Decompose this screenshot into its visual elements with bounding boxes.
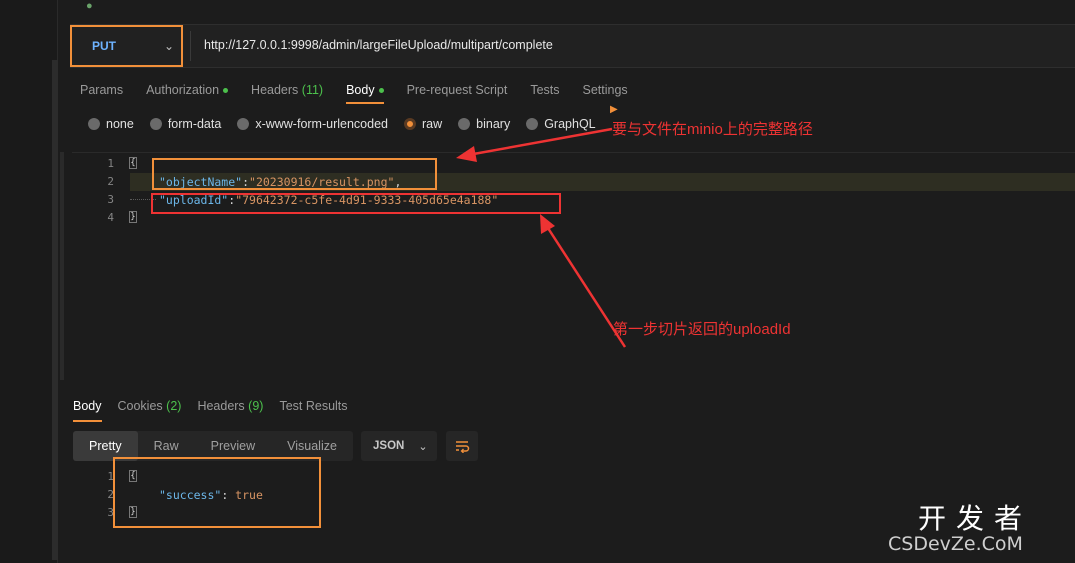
watermark-logo: 开发者 <box>918 502 1033 535</box>
annotation-arrows <box>456 127 627 348</box>
object-name-annotation: 要与文件在minio上的完整路径 <box>612 121 813 138</box>
postman-window: ● PUT ⌄ http://127.0.0.1:9998/admin/larg… <box>0 0 1075 563</box>
upload-id-annotation: 第一步切片返回的uploadId <box>613 321 791 338</box>
watermark-text: CSDevZe.CoM <box>888 533 1023 555</box>
